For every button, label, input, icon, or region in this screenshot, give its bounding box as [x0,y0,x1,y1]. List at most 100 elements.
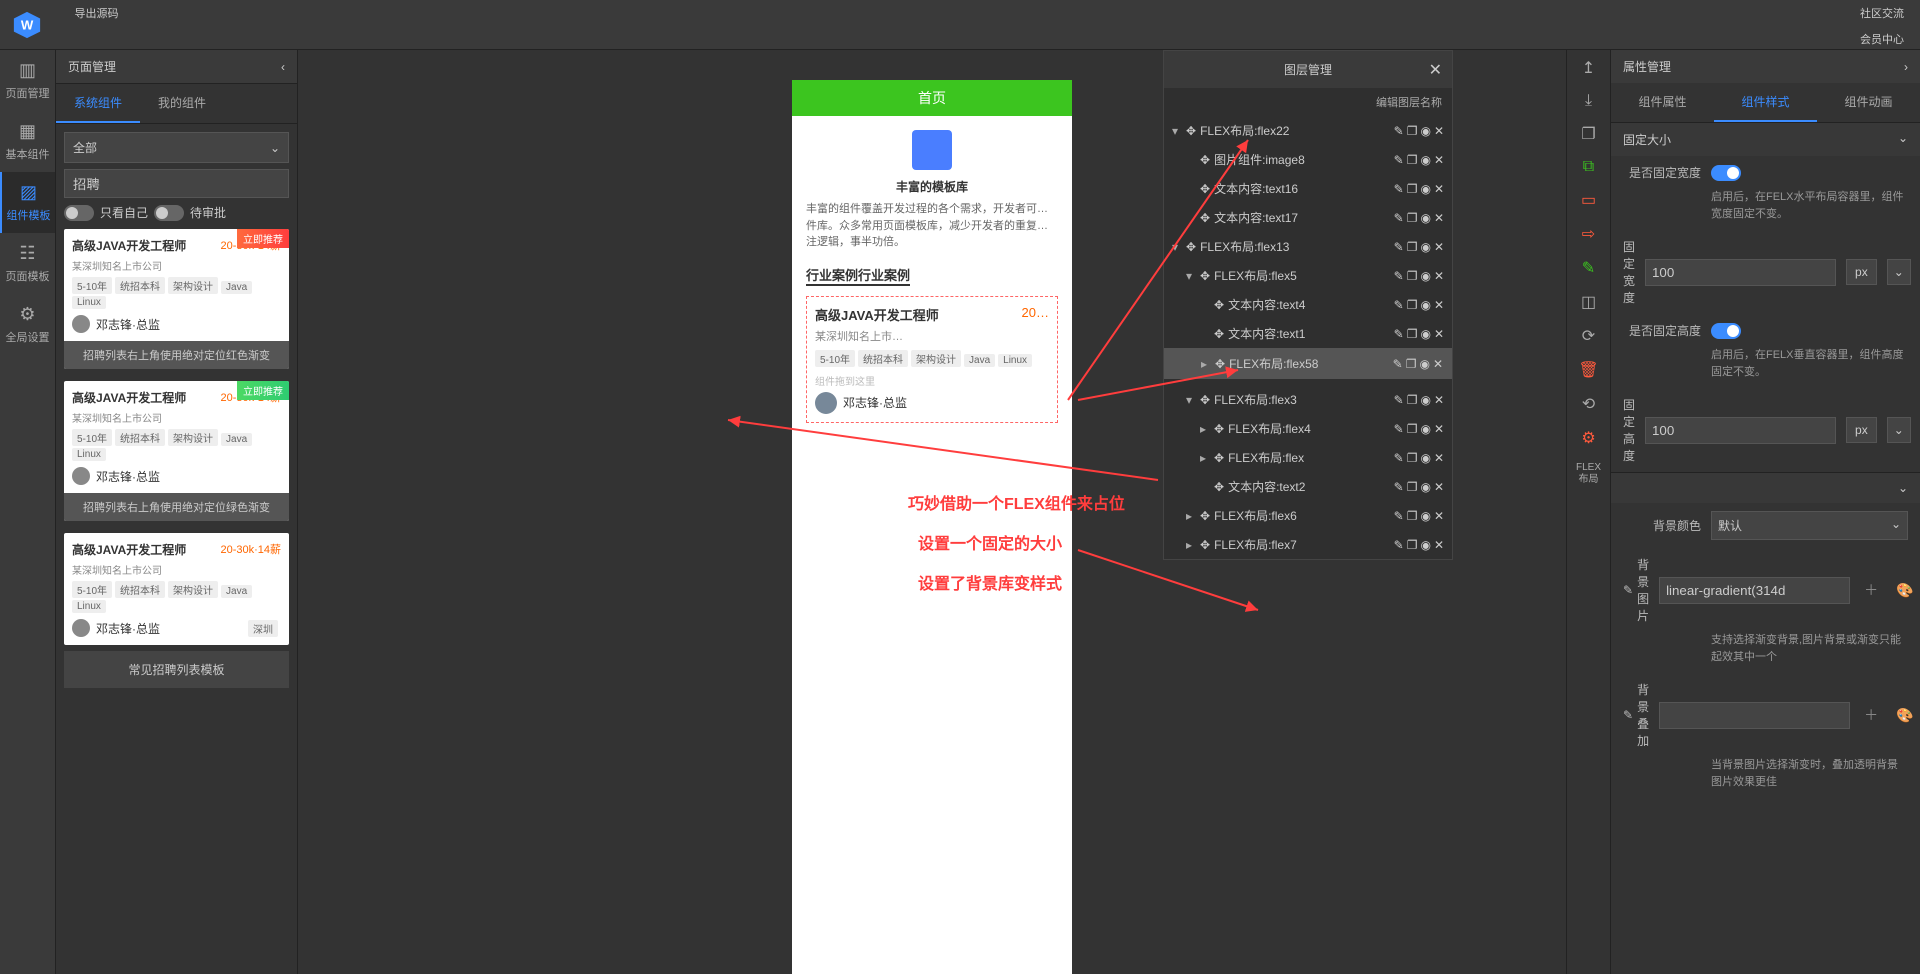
copy-icon[interactable]: ❐ [1407,269,1418,283]
fixed-width-input[interactable] [1645,259,1836,286]
edit-icon[interactable]: ✎ [1394,451,1404,465]
layer-node[interactable]: ▸✥FLEX布局:flex58✎❐◉✕ [1164,348,1452,379]
section-background[interactable]: ⌄ [1611,473,1920,503]
delete-icon[interactable]: ✕ [1434,480,1444,494]
strip-button[interactable]: ⟲ [1582,394,1595,414]
layer-node[interactable]: ✥图片组件:image8✎❐◉✕ [1164,145,1452,174]
delete-icon[interactable]: ✕ [1434,538,1444,552]
delete-icon[interactable]: ✕ [1434,422,1444,436]
eye-icon[interactable]: ◉ [1420,480,1430,494]
caret-icon[interactable]: ▾ [1172,240,1182,254]
copy-icon[interactable]: ❐ [1407,393,1418,407]
add-icon[interactable]: ＋ [1860,580,1882,600]
delete-icon[interactable]: ✕ [1434,269,1444,283]
eye-icon[interactable]: ◉ [1420,298,1430,312]
eye-icon[interactable]: ◉ [1420,211,1430,225]
layer-node[interactable]: ▸✥FLEX布局:flex✎❐◉✕ [1164,443,1452,472]
delete-icon[interactable]: ✕ [1434,240,1444,254]
template-card[interactable]: 立即推荐高级JAVA开发工程师20-30k·14薪某深圳知名上市公司5-10年统… [64,381,289,521]
layer-node[interactable]: ▾✥FLEX布局:flex22✎❐◉✕ [1164,116,1452,145]
move-icon[interactable]: ✥ [1214,327,1224,341]
eye-icon[interactable]: ◉ [1420,393,1430,407]
move-icon[interactable]: ✥ [1200,393,1210,407]
close-icon[interactable]: ✕ [1429,60,1442,80]
move-icon[interactable]: ✥ [1200,269,1210,283]
vtab-页面管理[interactable]: ▥页面管理 [0,50,55,111]
caret-icon[interactable]: ▾ [1172,124,1182,138]
move-icon[interactable]: ✥ [1200,211,1210,225]
layer-node[interactable]: ✥文本内容:text1✎❐◉✕ [1164,319,1452,348]
only-mine-switch[interactable] [64,205,94,221]
move-icon[interactable]: ✥ [1214,451,1224,465]
bg-color-select[interactable]: 默认⌄ [1711,511,1908,540]
strip-button[interactable]: 🗑 [1578,360,1598,380]
edit-icon[interactable]: ✎ [1394,480,1404,494]
copy-icon[interactable]: ❐ [1407,509,1418,523]
bg-image-input[interactable] [1659,577,1850,604]
caret-icon[interactable]: ▸ [1186,538,1196,552]
edit-icon[interactable]: ✎ [1394,393,1404,407]
vtab-基本组件[interactable]: ▦基本组件 [0,111,55,172]
fixed-height-input[interactable] [1645,417,1836,444]
layer-node[interactable]: ✥文本内容:text2✎❐◉✕ [1164,472,1452,501]
edit-icon[interactable]: ✎ [1394,240,1404,254]
right-tab-组件动画[interactable]: 组件动画 [1817,83,1920,122]
delete-icon[interactable]: ✕ [1434,182,1444,196]
strip-button[interactable]: ◫ [1581,292,1596,312]
layer-node[interactable]: ▾✥FLEX布局:flex3✎❐◉✕ [1164,385,1452,414]
layer-node[interactable]: ✥文本内容:text17✎❐◉✕ [1164,203,1452,232]
move-icon[interactable]: ✥ [1200,538,1210,552]
palette-icon[interactable]: 🎨 [1892,707,1917,724]
expand-right-icon[interactable]: › [1904,60,1908,74]
edit-icon[interactable]: ✎ [1394,327,1404,341]
toolbar-社区交流[interactable]: 社区交流 [1850,0,1914,25]
category-select[interactable]: 全部 ⌄ [64,132,289,163]
layer-node[interactable]: ▸✥FLEX布局:flex7✎❐◉✕ [1164,530,1452,559]
edit-icon[interactable]: ✎ [1394,509,1404,523]
fixed-width-switch[interactable] [1711,165,1741,181]
copy-icon[interactable]: ❐ [1406,357,1417,371]
add-icon[interactable]: ＋ [1860,705,1882,725]
bg-overlay-input[interactable] [1659,702,1850,729]
layer-node[interactable]: ✥文本内容:text4✎❐◉✕ [1164,290,1452,319]
delete-icon[interactable]: ✕ [1434,153,1444,167]
delete-icon[interactable]: ✕ [1434,211,1444,225]
vtab-组件模板[interactable]: ▨组件模板 [0,172,55,233]
edit-icon[interactable]: ✎ [1394,298,1404,312]
layer-node[interactable]: ✥文本内容:text16✎❐◉✕ [1164,174,1452,203]
move-icon[interactable]: ✥ [1214,422,1224,436]
layer-node[interactable]: ▾✥FLEX布局:flex5✎❐◉✕ [1164,261,1452,290]
caret-icon[interactable]: ▸ [1200,451,1210,465]
edit-icon[interactable]: ✎ [1394,182,1404,196]
toolbar-会员中心[interactable]: 会员中心 [1850,25,1914,51]
edit-icon[interactable]: ✎ [1394,538,1404,552]
fixed-height-switch[interactable] [1711,323,1741,339]
section-fixed-size[interactable]: 固定大小 ⌄ [1611,123,1920,156]
eye-icon[interactable]: ◉ [1420,509,1430,523]
eye-icon[interactable]: ◉ [1420,327,1430,341]
caret-icon[interactable]: ▾ [1186,393,1196,407]
edit-icon[interactable]: ✎ [1394,422,1404,436]
copy-icon[interactable]: ❐ [1407,298,1418,312]
delete-icon[interactable]: ✕ [1434,298,1444,312]
edit-icon[interactable]: ✎ [1623,708,1633,722]
edit-icon[interactable]: ✎ [1623,583,1633,597]
strip-button[interactable]: ❐ [1581,124,1595,144]
move-icon[interactable]: ✥ [1215,357,1225,371]
strip-button[interactable]: ⚙ [1581,428,1595,448]
palette-icon[interactable]: 🎨 [1892,582,1917,599]
edit-icon[interactable]: ✎ [1394,269,1404,283]
move-icon[interactable]: ✥ [1200,153,1210,167]
move-icon[interactable]: ✥ [1200,182,1210,196]
copy-icon[interactable]: ❐ [1407,240,1418,254]
move-icon[interactable]: ✥ [1186,124,1196,138]
delete-icon[interactable]: ✕ [1434,327,1444,341]
copy-icon[interactable]: ❐ [1407,327,1418,341]
eye-icon[interactable]: ◉ [1420,240,1430,254]
search-input[interactable] [64,169,289,198]
template-card[interactable]: 高级JAVA开发工程师20-30k·14薪某深圳知名上市公司5-10年统招本科架… [64,533,289,645]
copy-icon[interactable]: ❐ [1407,422,1418,436]
edit-icon[interactable]: ✎ [1394,124,1404,138]
template-card[interactable]: 立即推荐高级JAVA开发工程师20-30k·14薪某深圳知名上市公司5-10年统… [64,229,289,369]
eye-icon[interactable]: ◉ [1420,269,1430,283]
